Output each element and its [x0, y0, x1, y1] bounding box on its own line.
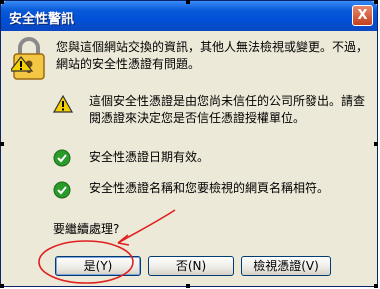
dialog-body: 您與這個網站交換的資訊，其他人無法檢視或變更。不過，網站的安全性憑證有問題。 這… [1, 31, 377, 286]
corner-marker [374, 284, 378, 288]
continue-prompt: 要繼續處理? [53, 222, 120, 236]
title-bar: 安全性警訊 X [1, 1, 377, 31]
corner-marker [0, 142, 4, 146]
corner-marker [374, 0, 378, 4]
warning-icon [53, 95, 73, 113]
corner-marker [0, 0, 4, 4]
cert-issuer-message: 這個安全性憑證是由您尚未信任的公司所發出。請查閱憑證來決定您是否信任憑證授權單位… [89, 94, 366, 125]
no-button[interactable]: 否(N) [148, 256, 234, 276]
dialog-title: 安全性警訊 [9, 12, 75, 27]
corner-marker [0, 284, 4, 288]
yes-button[interactable]: 是(Y) [55, 256, 141, 276]
intro-message: 您與這個網站交換的資訊，其他人無法檢視或變更。不過，網站的安全性憑證有問題。 [56, 40, 369, 71]
view-certificate-button[interactable]: 檢視憑證(V) [241, 256, 331, 276]
corner-marker [374, 142, 378, 146]
lock-icon [11, 37, 45, 80]
corner-marker [186, 284, 190, 288]
corner-marker [186, 0, 190, 4]
security-alert-dialog: 安全性警訊 X 您與這個網站交換的資訊，其他人無法檢視或變更。不過，網站的安全性… [0, 0, 378, 287]
check-icon [53, 149, 71, 167]
close-icon: X [357, 8, 368, 23]
cert-name-message: 安全性憑證名稱和您要檢視的網頁名稱相符。 [89, 181, 330, 195]
check-icon [53, 181, 71, 199]
close-button[interactable]: X [352, 5, 373, 26]
cert-date-message: 安全性憑證日期有效。 [89, 150, 210, 164]
